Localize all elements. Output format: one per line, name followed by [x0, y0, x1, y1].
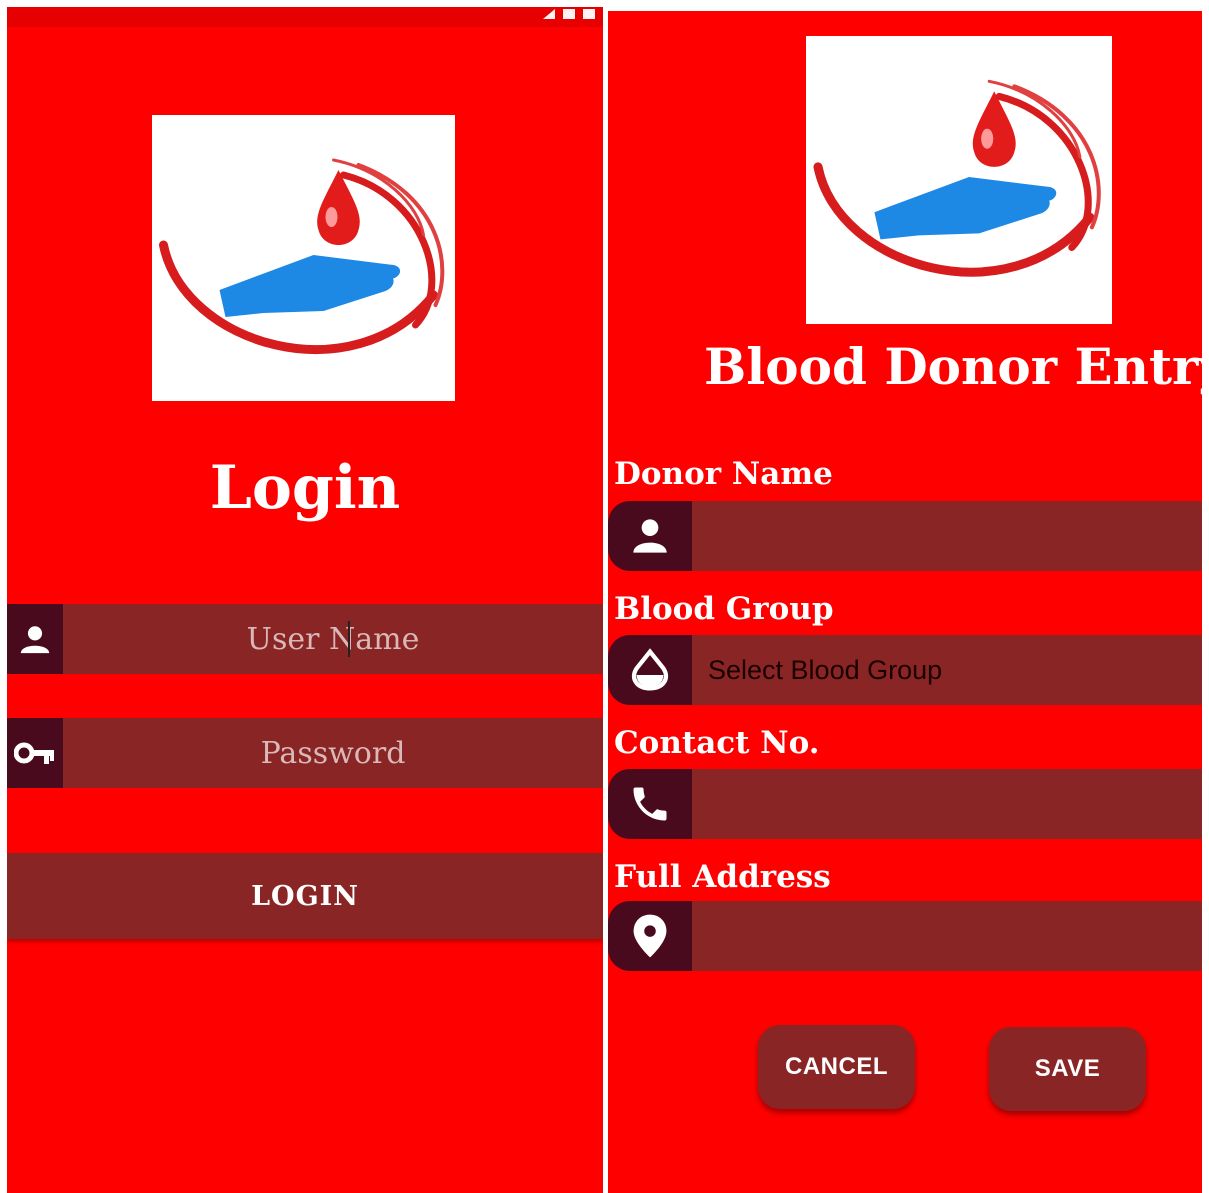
battery-icon	[563, 9, 575, 19]
donor-name-input[interactable]	[700, 501, 1202, 573]
blood-donation-logo-icon	[813, 79, 1101, 277]
screenshot-canvas: Login LOGIN	[0, 0, 1209, 1193]
status-bar	[7, 7, 603, 27]
cancel-button[interactable]: CANCEL	[758, 1025, 915, 1109]
donor-name-icon-cell	[608, 501, 692, 571]
blood-group-label: Blood Group	[614, 591, 834, 627]
username-icon-cell	[7, 604, 63, 674]
text-caret	[348, 621, 350, 657]
address-input[interactable]	[700, 901, 1202, 973]
status-icons	[543, 7, 595, 21]
password-input[interactable]	[63, 718, 603, 788]
app-logo	[152, 115, 455, 401]
drop-icon	[631, 648, 669, 691]
signal-icon	[543, 9, 555, 19]
blood-group-row[interactable]: Select Blood Group	[608, 635, 1202, 705]
username-row	[7, 604, 603, 674]
blood-group-icon-cell	[608, 635, 692, 705]
login-button[interactable]: LOGIN	[7, 853, 603, 939]
contact-label: Contact No.	[614, 725, 820, 761]
blood-group-select[interactable]: Select Blood Group	[708, 635, 942, 705]
donor-entry-screen: Blood Donor Entry Donor Name Blood Group	[608, 11, 1202, 1193]
password-icon-cell	[7, 718, 63, 788]
address-row	[608, 901, 1202, 973]
username-input[interactable]	[63, 604, 603, 674]
password-row	[7, 718, 603, 788]
app-logo	[806, 36, 1112, 324]
contact-row	[608, 769, 1202, 841]
donor-name-row	[608, 501, 1202, 573]
phone-icon	[633, 787, 667, 821]
contact-icon-cell	[608, 769, 692, 839]
contact-input[interactable]	[700, 769, 1202, 841]
location-pin-icon	[633, 914, 667, 958]
user-icon	[633, 519, 667, 553]
blood-donation-logo-icon	[159, 158, 445, 355]
login-screen: Login LOGIN	[7, 7, 603, 1193]
save-button[interactable]: SAVE	[989, 1027, 1146, 1111]
address-icon-cell	[608, 901, 692, 971]
address-label: Full Address	[614, 859, 831, 895]
wifi-icon	[583, 9, 595, 19]
key-icon	[14, 742, 54, 764]
login-title: Login	[209, 453, 401, 523]
donor-name-label: Donor Name	[614, 456, 833, 492]
entry-title: Blood Donor Entry	[704, 337, 1202, 396]
user-icon	[20, 626, 50, 654]
